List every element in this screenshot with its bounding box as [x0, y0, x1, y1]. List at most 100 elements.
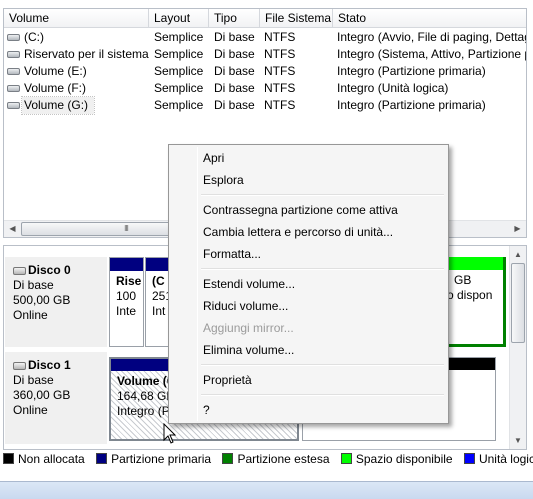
- disk-icon: [13, 362, 26, 370]
- volume-name: Volume (E:): [24, 64, 87, 78]
- volume-layout: Semplice: [154, 64, 204, 78]
- legend-item: Spazio disponibile: [340, 451, 453, 467]
- menu-item-help[interactable]: ?: [171, 399, 446, 421]
- vertical-scrollbar[interactable]: ▲ ▼: [509, 246, 526, 449]
- column-header-file-system[interactable]: File Sistema: [260, 9, 333, 28]
- drive-icon: [7, 102, 20, 109]
- volume-row[interactable]: Volume (E:) Semplice Di base NTFS Integr…: [4, 63, 526, 80]
- disk-1-label[interactable]: Disco 1 Di base 360,00 GB Online: [5, 352, 107, 444]
- legend-label: Spazio disponibile: [355, 452, 453, 466]
- volume-type: Di base: [214, 64, 255, 78]
- disk-0-extended-partition[interactable]: GB o dispon: [444, 257, 506, 347]
- volume-fs: NTFS: [264, 47, 296, 61]
- volume-layout: Semplice: [154, 47, 204, 61]
- disk-0-label[interactable]: Disco 0 Di base 500,00 GB Online: [5, 257, 107, 347]
- partition-status: Int: [152, 304, 166, 318]
- volume-status: Integro (Avvio, File di paging, Dettag: [337, 30, 527, 44]
- scroll-right-icon[interactable]: ▶: [509, 221, 526, 237]
- disk-state: Online: [13, 308, 48, 322]
- partition-size: 251: [152, 289, 172, 303]
- legend-label: Partizione primaria: [111, 452, 212, 466]
- legend-item: Non allocata: [3, 451, 85, 467]
- menu-item-mark-active[interactable]: Contrassegna partizione come attiva: [171, 199, 446, 221]
- primary-partition-bar: [110, 258, 143, 271]
- scroll-left-icon[interactable]: ◀: [4, 221, 21, 237]
- volume-type: Di base: [214, 30, 255, 44]
- menu-item-format[interactable]: Formatta...: [171, 243, 446, 265]
- volume-type: Di base: [214, 47, 255, 61]
- status-bar: [0, 481, 533, 499]
- volume-status: Integro (Partizione primaria): [337, 64, 486, 78]
- partition-size: 100: [116, 289, 137, 303]
- disk-size: 360,00 GB: [13, 388, 71, 402]
- legend-swatch: [222, 453, 234, 464]
- drive-icon: [7, 85, 20, 92]
- column-header-volume[interactable]: Volume: [4, 9, 149, 28]
- volume-list-header: Volume Layout Tipo File Sistema Stato: [4, 9, 526, 28]
- volume-type: Di base: [214, 98, 255, 112]
- menu-item-apri[interactable]: Apri: [171, 147, 446, 169]
- disk-type: Di base: [13, 373, 54, 387]
- legend-label: Non allocata: [18, 452, 85, 466]
- volume-fs: NTFS: [264, 98, 296, 112]
- menu-item-extend-volume[interactable]: Estendi volume...: [171, 273, 446, 295]
- volume-layout: Semplice: [154, 30, 204, 44]
- menu-item-change-letter[interactable]: Cambia lettera e percorso di unità...: [171, 221, 446, 243]
- scroll-up-icon[interactable]: ▲: [510, 246, 526, 263]
- volume-fs: NTFS: [264, 64, 296, 78]
- column-header-layout[interactable]: Layout: [149, 9, 209, 28]
- volume-name: Volume (F:): [24, 81, 87, 95]
- partition-size: GB: [454, 273, 472, 287]
- volume-name: (C:): [24, 30, 44, 44]
- disk-title: Disco 1: [28, 358, 71, 372]
- volume-fs: NTFS: [264, 81, 296, 95]
- disk-state: Online: [13, 403, 48, 417]
- menu-item-shrink-volume[interactable]: Riduci volume...: [171, 295, 446, 317]
- column-header-type[interactable]: Tipo: [209, 9, 260, 28]
- menu-separator: [201, 391, 446, 399]
- volume-row[interactable]: Volume (F:) Semplice Di base NTFS Integr…: [4, 80, 526, 97]
- volume-fs: NTFS: [264, 30, 296, 44]
- legend-label: Partizione estesa: [237, 452, 330, 466]
- volume-type: Di base: [214, 81, 255, 95]
- partition-name: (C: [152, 274, 165, 288]
- volume-layout: Semplice: [154, 98, 204, 112]
- volume-name: Riservato per il sistema: [24, 47, 149, 61]
- legend-swatch: [96, 453, 108, 464]
- disk-type: Di base: [13, 278, 54, 292]
- volume-status: Integro (Partizione primaria): [337, 98, 486, 112]
- disk-icon: [13, 267, 26, 275]
- scroll-down-icon[interactable]: ▼: [510, 432, 526, 449]
- legend-item: Partizione estesa: [222, 451, 330, 467]
- menu-item-esplora[interactable]: Esplora: [171, 169, 446, 191]
- volume-status: Integro (Unità logica): [337, 81, 449, 95]
- disk-0-partition-reserved[interactable]: Rise 100 Inte: [109, 257, 144, 347]
- menu-separator: [201, 265, 446, 273]
- mouse-cursor-icon: [163, 423, 177, 444]
- menu-item-properties[interactable]: Proprietà: [171, 369, 446, 391]
- legend-item: Unità logica: [463, 451, 533, 467]
- legend-swatch: [463, 453, 475, 464]
- volume-row[interactable]: Riservato per il sistema Semplice Di bas…: [4, 46, 526, 63]
- legend-swatch: [3, 453, 14, 464]
- disk-size: 500,00 GB: [13, 293, 71, 307]
- partition-name: Rise: [116, 274, 142, 288]
- legend-swatch: [340, 453, 352, 464]
- menu-separator: [201, 361, 446, 369]
- drive-icon: [7, 51, 20, 58]
- free-space-bar: [447, 257, 503, 270]
- menu-separator: [201, 191, 446, 199]
- volume-layout: Semplice: [154, 81, 204, 95]
- vertical-scroll-thumb[interactable]: [511, 263, 525, 343]
- disk-title: Disco 0: [28, 263, 71, 277]
- column-header-status[interactable]: Stato: [333, 9, 526, 28]
- drive-icon: [7, 68, 20, 75]
- volume-row-selected[interactable]: Volume (G:) Semplice Di base NTFS Integr…: [4, 96, 526, 115]
- legend-label: Unità logica: [478, 452, 533, 466]
- menu-item-delete-volume[interactable]: Elimina volume...: [171, 339, 446, 361]
- context-menu[interactable]: Apri Esplora Contrassegna partizione com…: [168, 144, 449, 424]
- partition-status: Inte: [116, 304, 137, 318]
- volume-status: Integro (Sistema, Attivo, Partizione p: [337, 47, 527, 61]
- menu-item-add-mirror: Aggiungi mirror...: [203, 321, 294, 335]
- volume-row[interactable]: (C:) Semplice Di base NTFS Integro (Avvi…: [4, 29, 526, 46]
